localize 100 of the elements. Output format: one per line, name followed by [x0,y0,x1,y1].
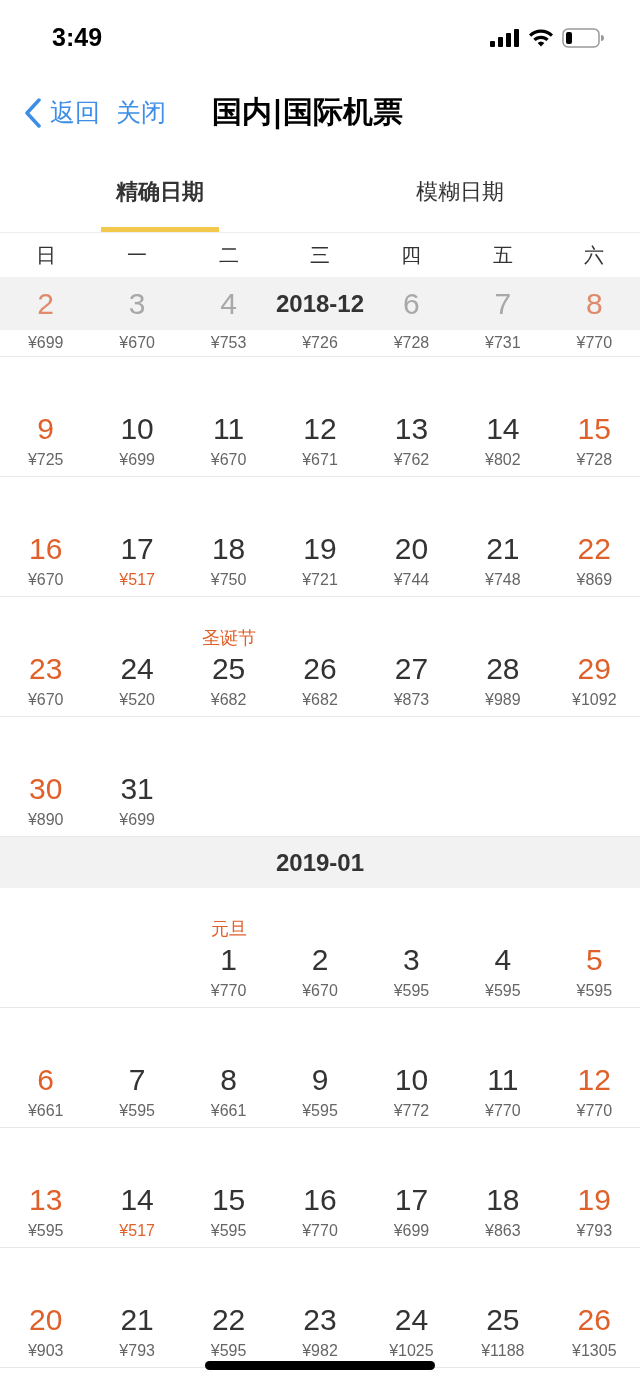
date-number[interactable]: 23 [29,649,63,689]
signal-icon [490,28,520,47]
price-label: ¥750 [210,570,247,590]
month-title: 2019-01 [275,848,365,877]
date-number[interactable]: 18 [486,1180,520,1220]
date-number[interactable]: 21 [486,529,520,569]
weekday-label: 三 [310,241,330,269]
date-number[interactable]: 19 [303,529,337,569]
date-number[interactable]: 11 [213,409,245,449]
date-number[interactable]: 14 [120,1180,154,1220]
date-number[interactable]: 11 [487,1060,519,1100]
date-number[interactable]: 31 [120,769,154,809]
date-number[interactable]: 22 [577,529,611,569]
price-label: ¥595 [576,981,613,1001]
date-number[interactable]: 19 [577,1180,611,1220]
date-number[interactable]: 13 [394,409,429,449]
date-number[interactable]: 25 [211,649,246,689]
price-label: ¥595 [119,1101,155,1121]
price-label: ¥802 [485,450,521,470]
date-number[interactable]: 17 [394,1180,429,1220]
price-label: ¥748 [485,570,521,590]
weekday-label: 日 [35,241,56,269]
date-number[interactable]: 16 [303,1180,337,1220]
date-number[interactable]: 3 [403,940,420,980]
wifi-icon [528,28,554,47]
price-label: ¥770 [485,1101,521,1121]
date-number[interactable]: 26 [303,649,337,689]
date-number[interactable]: 27 [394,649,429,689]
price-label: ¥725 [27,450,64,470]
price-label: ¥517 [119,570,155,590]
price-label: ¥770 [210,981,247,1001]
date-number[interactable]: 12 [303,409,337,449]
price-label: ¥762 [393,450,430,470]
price-label: ¥982 [302,1341,338,1361]
date-number[interactable]: 21 [120,1300,154,1340]
status-time: 3:49 [52,23,103,52]
date-number[interactable]: 26 [577,1300,611,1340]
date-number[interactable]: 8 [220,1060,237,1100]
weekday-label: 六 [584,241,605,269]
date-number[interactable]: 5 [585,940,603,980]
price-label: ¥699 [119,810,155,830]
date-number[interactable]: 29 [577,649,611,689]
holiday-label: 圣诞节 [201,627,256,648]
date-number[interactable]: 2 [311,940,329,980]
date-number[interactable]: 20 [394,529,429,569]
date-number[interactable]: 7 [128,1060,146,1100]
date-number[interactable]: 16 [29,529,63,569]
price-label: ¥744 [393,570,430,590]
date-number[interactable]: 15 [211,1180,246,1220]
date-number[interactable]: 20 [29,1300,63,1340]
date-number[interactable]: 17 [120,529,154,569]
date-number[interactable]: 10 [394,1060,429,1100]
price-label: ¥753 [210,333,247,353]
price-label: ¥873 [393,690,430,710]
price-label: ¥595 [210,1221,247,1241]
past-date-number: 3 [128,286,146,321]
date-number[interactable]: 4 [494,940,512,980]
date-number[interactable]: 14 [486,409,520,449]
date-number[interactable]: 12 [577,1060,611,1100]
price-label: ¥699 [27,333,64,353]
date-number[interactable]: 18 [211,529,246,569]
price-label: ¥670 [302,981,338,1001]
date-mode-tab[interactable]: 模糊日期 [279,150,640,232]
date-number[interactable]: 10 [120,409,154,449]
date-number[interactable]: 13 [29,1180,63,1220]
date-number[interactable]: 15 [577,409,611,449]
weekday-label: 五 [492,241,513,269]
weekday-label: 二 [218,241,239,269]
price-label: ¥721 [302,570,338,590]
date-number[interactable]: 6 [37,1060,55,1100]
date-number[interactable]: 9 [37,409,55,449]
weekday-label: 四 [401,241,422,269]
date-number[interactable]: 24 [120,649,154,689]
date-number[interactable]: 24 [394,1300,429,1340]
date-number[interactable]: 25 [486,1300,520,1340]
date-number[interactable]: 22 [211,1300,246,1340]
past-date-number: 8 [585,286,603,321]
price-label: ¥595 [302,1101,338,1121]
date-number[interactable]: 28 [486,649,520,689]
price-label: ¥699 [393,1221,430,1241]
price-label: ¥670 [27,690,64,710]
price-label: ¥671 [302,450,338,470]
price-label: ¥1025 [389,1341,434,1361]
date-number[interactable]: 9 [311,1060,329,1100]
date-number[interactable]: 1 [220,940,237,980]
month-title: 2018-12 [275,289,365,318]
date-number[interactable]: 30 [29,769,63,809]
holiday-label: 元旦 [210,918,247,939]
price-label: ¥661 [27,1101,64,1121]
date-number[interactable]: 23 [303,1300,337,1340]
price-label: ¥890 [27,810,64,830]
price-label: ¥682 [302,690,338,710]
page-title: 国内|国际机票 [212,93,403,132]
price-label: ¥793 [119,1341,155,1361]
price-label: ¥661 [210,1101,247,1121]
price-label: ¥728 [576,450,613,470]
price-label: ¥1092 [572,690,617,710]
price-label: ¥1305 [572,1341,617,1361]
price-label: ¥595 [393,981,430,1001]
date-mode-tab[interactable]: 精确日期 [101,150,219,232]
